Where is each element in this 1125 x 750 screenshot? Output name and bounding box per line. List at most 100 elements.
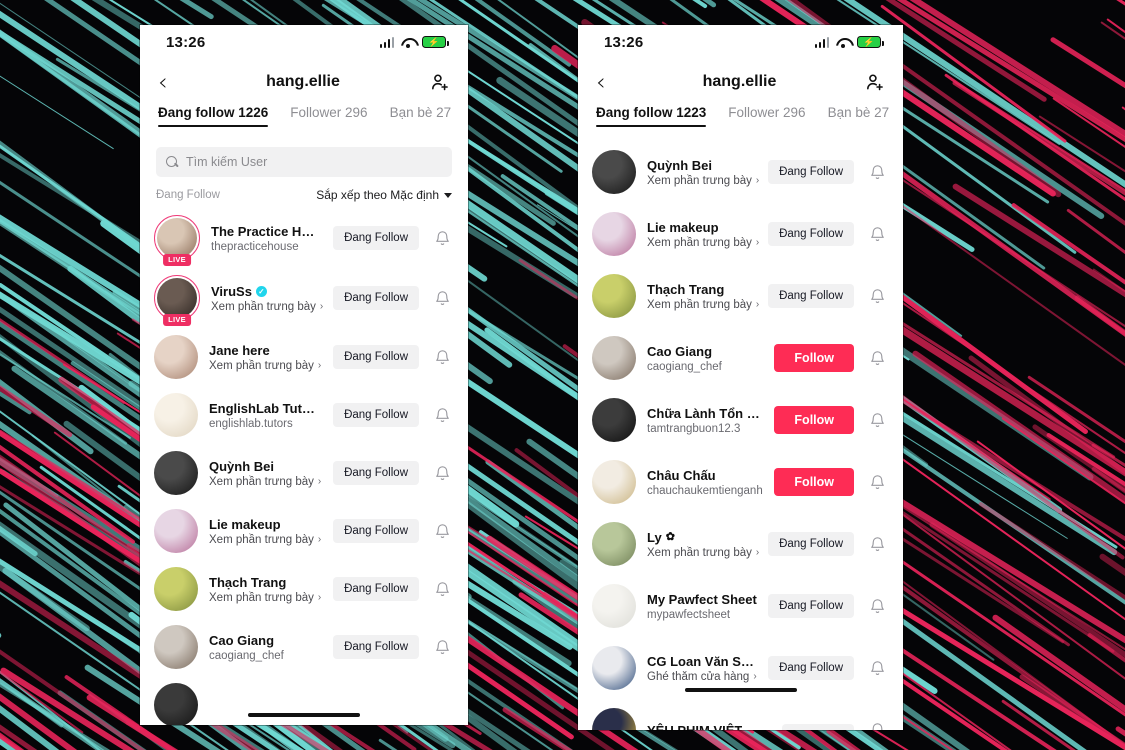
list-item[interactable]: LIVE The Practice House thepracticehouse Đa… (140, 208, 468, 268)
avatar[interactable] (592, 212, 636, 256)
avatar[interactable] (592, 522, 636, 566)
notification-bell-button[interactable] (865, 536, 889, 553)
tab-follower[interactable]: Follower 296 (290, 105, 367, 127)
following-button[interactable]: Đang Follow (768, 284, 854, 308)
list-item[interactable]: Ly ✿ Xem phần trưng bày › Đang Follow (578, 513, 903, 575)
list-item[interactable]: Lie makeup Xem phần trưng bày › Đang Follow (578, 203, 903, 265)
back-button[interactable]: ‹ (596, 70, 622, 94)
avatar[interactable]: LIVE (154, 275, 200, 326)
user-subtitle[interactable]: Ghé thăm cửa hàng › (647, 671, 757, 683)
user-subtitle[interactable]: Xem phần trưng bày › (647, 237, 759, 249)
following-button[interactable]: Đang Follow (333, 461, 419, 485)
tab-follower[interactable]: Follower 296 (728, 105, 805, 127)
notification-bell-button[interactable] (430, 581, 454, 598)
avatar[interactable]: LIVE (154, 215, 200, 266)
following-button[interactable]: Đang Follow (333, 519, 419, 543)
avatar[interactable] (592, 274, 636, 318)
sort-dropdown[interactable]: Sắp xếp theo Mặc định (316, 188, 452, 202)
list-item[interactable]: Châu Chấu chauchaukemtienganh Follow (578, 451, 903, 513)
add-user-button[interactable] (422, 72, 450, 92)
avatar[interactable] (592, 398, 636, 442)
list-item[interactable]: Chữa Lành Tổn Thư...tamtrangbuon12.3 Foll… (578, 389, 903, 451)
notification-bell-button[interactable] (430, 465, 454, 482)
following-button[interactable]: Đang Follow (333, 226, 419, 250)
notification-bell-button[interactable] (865, 226, 889, 243)
follow-button[interactable]: Follow (774, 468, 854, 496)
list-item[interactable]: My Pawfect Sheet mypawfectsheet Đang Follo… (578, 575, 903, 637)
following-button[interactable] (782, 724, 854, 730)
following-button[interactable]: Đang Follow (333, 286, 419, 310)
tab-dang-follow[interactable]: Đang follow 1226 (158, 105, 269, 128)
following-button[interactable]: Đang Follow (768, 656, 854, 680)
notification-bell-button[interactable] (865, 598, 889, 615)
notification-bell-button[interactable] (430, 639, 454, 656)
avatar[interactable] (592, 708, 636, 730)
following-button[interactable]: Đang Follow (768, 160, 854, 184)
following-list-right[interactable]: Quỳnh Bei Xem phần trưng bày › Đang Follow L… (578, 141, 903, 730)
notification-bell-button[interactable] (430, 290, 454, 307)
list-item[interactable] (140, 676, 468, 725)
avatar[interactable] (154, 625, 198, 669)
list-item[interactable]: LIVE ViruSsXem phần trưng bày› Đang Follow (140, 268, 468, 328)
tab-ban-be[interactable]: Bạn bè 27 (828, 105, 890, 127)
following-button[interactable]: Đang Follow (333, 403, 419, 427)
notification-bell-button[interactable] (865, 412, 889, 429)
notification-bell-button[interactable] (865, 164, 889, 181)
user-subtitle[interactable]: Xem phần trưng bày › (209, 360, 322, 372)
user-subtitle[interactable]: Xem phần trưng bày › (209, 476, 322, 488)
follow-button[interactable]: Follow (774, 344, 854, 372)
avatar[interactable] (592, 336, 636, 380)
follow-button[interactable]: Follow (774, 406, 854, 434)
notification-bell-button[interactable] (430, 349, 454, 366)
list-item[interactable]: Jane here Xem phần trưng bày › Đang Follow (140, 328, 468, 386)
avatar[interactable] (592, 646, 636, 690)
avatar[interactable] (592, 460, 636, 504)
user-subtitle[interactable]: Xem phần trưng bày › (647, 299, 759, 311)
avatar[interactable] (592, 150, 636, 194)
list-item[interactable]: EnglishLab Tutors englishlab.tutors Đang F… (140, 386, 468, 444)
following-button[interactable]: Đang Follow (333, 577, 419, 601)
following-button[interactable]: Đang Follow (768, 532, 854, 556)
notification-bell-button[interactable] (430, 230, 454, 247)
notification-bell-button[interactable] (865, 722, 889, 730)
avatar[interactable] (154, 335, 198, 379)
avatar[interactable] (154, 451, 198, 495)
user-subtitle[interactable]: Xem phần trưng bày › (209, 534, 322, 546)
user-subtitle[interactable]: Xem phần trưng bày › (209, 592, 322, 604)
notification-bell-button[interactable] (865, 288, 889, 305)
following-button[interactable]: Đang Follow (768, 222, 854, 246)
avatar[interactable] (154, 509, 198, 553)
avatar[interactable] (592, 584, 636, 628)
following-button[interactable]: Đang Follow (333, 345, 419, 369)
notification-bell-button[interactable] (865, 474, 889, 491)
search-input[interactable]: Tìm kiếm User (156, 147, 452, 177)
list-item[interactable]: Quỳnh Bei Xem phần trưng bày › Đang Follow (140, 444, 468, 502)
notification-bell-button[interactable] (430, 523, 454, 540)
list-item[interactable]: YÊU PHIM VIỆT (578, 699, 903, 730)
avatar[interactable] (154, 683, 198, 725)
following-button[interactable]: Đang Follow (768, 594, 854, 618)
list-item[interactable]: Thạch Trang Xem phần trưng bày › Đang Follo… (140, 560, 468, 618)
list-item[interactable]: Cao Giang caogiang_chef Follow (578, 327, 903, 389)
user-subtitle[interactable]: Xem phần trưng bày › (647, 547, 759, 559)
tab-ban-be[interactable]: Bạn bè 27 (390, 105, 452, 127)
list-item[interactable]: Quỳnh Bei Xem phần trưng bày › Đang Follow (578, 141, 903, 203)
following-button[interactable]: Đang Follow (333, 635, 419, 659)
user-subtitle[interactable]: Xem phần trưng bày › (211, 301, 323, 313)
list-item[interactable]: Lie makeup Xem phần trưng bày › Đang Follow (140, 502, 468, 560)
add-user-button[interactable] (857, 72, 885, 92)
user-info: CG Loan Văn Sơn Ghé thăm cửa hàng › (647, 654, 757, 683)
avatar[interactable] (154, 393, 198, 437)
following-list-left[interactable]: LIVE The Practice House thepracticehouse Đa… (140, 208, 468, 725)
user-subtitle[interactable]: Xem phần trưng bày › (647, 175, 759, 187)
notification-bell-button[interactable] (865, 350, 889, 367)
back-button[interactable]: ‹ (158, 70, 184, 94)
tab-dang-follow[interactable]: Đang follow 1223 (596, 105, 707, 128)
list-item[interactable]: Cao Giang caogiang_chef Đang Follow (140, 618, 468, 676)
profile-tabs[interactable]: Đang follow 1223 Follower 296 Bạn bè 27 … (578, 105, 903, 141)
notification-bell-button[interactable] (430, 407, 454, 424)
profile-tabs[interactable]: Đang follow 1226 Follower 296 Bạn bè 27 … (140, 105, 468, 141)
list-item[interactable]: Thạch Trang Xem phần trưng bày › Đang Follo… (578, 265, 903, 327)
notification-bell-button[interactable] (865, 660, 889, 677)
avatar[interactable] (154, 567, 198, 611)
